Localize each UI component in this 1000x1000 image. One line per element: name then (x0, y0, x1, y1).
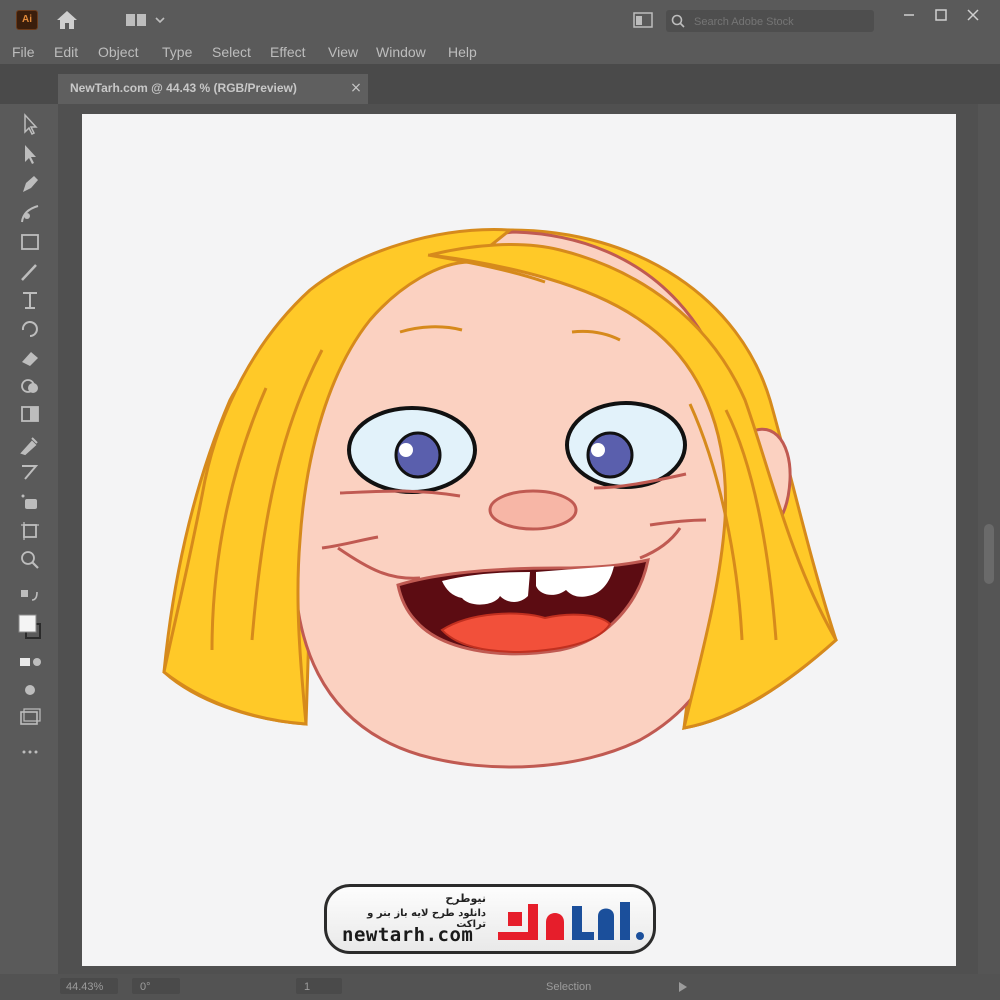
artboard-tool-icon[interactable] (17, 518, 43, 542)
more-tools-icon[interactable] (17, 740, 43, 764)
draw-mode-icon[interactable] (17, 678, 43, 702)
blend-tool-icon[interactable] (17, 460, 43, 484)
pen-tool-icon[interactable] (17, 172, 43, 196)
eraser-tool-icon[interactable] (17, 346, 43, 370)
document-tab-title: NewTarh.com @ 44.43 % (RGB/Preview) (70, 81, 297, 95)
fill-stroke-swatch-icon[interactable] (17, 612, 43, 644)
artboard-nav-field[interactable] (296, 978, 342, 994)
menu-object[interactable]: Object (98, 44, 138, 60)
zoom-tool-icon[interactable] (17, 548, 43, 572)
menu-window[interactable]: Window (376, 44, 426, 60)
newtarh-watermark: نیوطرح دانلود طرح لایه باز بنر و تراکت n… (324, 884, 656, 954)
play-icon[interactable] (676, 980, 690, 994)
paintbrush-tool-icon[interactable] (17, 260, 43, 284)
rectangle-tool-icon[interactable] (17, 230, 43, 254)
color-mode-icon[interactable] (17, 650, 43, 674)
menu-help[interactable]: Help (448, 44, 477, 60)
arrange-documents-icon[interactable] (632, 10, 654, 30)
menu-select[interactable]: Select (212, 44, 251, 60)
maximize-icon[interactable] (930, 6, 952, 24)
selection-tool-icon[interactable] (17, 112, 43, 136)
status-bar: 44.43% 0° 1 Selection (0, 974, 1000, 1000)
symbol-sprayer-tool-icon[interactable] (17, 490, 43, 514)
girl-face-illustration[interactable] (82, 114, 956, 966)
document-tab[interactable]: NewTarh.com @ 44.43 % (RGB/Preview) × (58, 74, 368, 104)
close-window-icon[interactable] (962, 6, 984, 24)
menu-type[interactable]: Type (162, 44, 192, 60)
gradient-tool-icon[interactable] (17, 402, 43, 426)
illustrator-logo-icon: Ai (16, 10, 38, 30)
rotation-value: 0° (140, 981, 151, 993)
menu-view[interactable]: View (328, 44, 358, 60)
zoom-level: 44.43% (66, 981, 104, 993)
scrollbar-thumb[interactable] (984, 524, 994, 584)
type-tool-icon[interactable] (17, 288, 43, 312)
nose (488, 489, 578, 531)
newtarh-logo (498, 902, 644, 940)
search-box[interactable] (666, 10, 874, 32)
curvature-tool-icon[interactable] (17, 202, 43, 226)
close-tab-icon[interactable]: × (348, 80, 364, 96)
tools-panel (0, 104, 58, 974)
rotate-tool-icon[interactable] (17, 316, 43, 340)
home-icon[interactable] (54, 8, 80, 32)
app-bar: Ai (0, 0, 1000, 40)
search-icon (671, 14, 685, 28)
menu-effect[interactable]: Effect (270, 44, 306, 60)
vertical-scrollbar[interactable] (978, 104, 1000, 974)
swap-colors-icon[interactable] (17, 584, 43, 608)
screen-mode-icon[interactable] (17, 704, 43, 728)
watermark-name: نیوطرح (445, 892, 486, 905)
tool-mode-label: Selection (546, 981, 592, 993)
artboard-number: 1 (304, 981, 311, 993)
watermark-url: newtarh.com (342, 924, 474, 946)
menu-bar: File Edit Object Type Select Effect View… (0, 40, 1000, 64)
menu-edit[interactable]: Edit (54, 44, 78, 60)
document-tab-strip: NewTarh.com @ 44.43 % (RGB/Preview) × (0, 64, 1000, 104)
eyedropper-tool-icon[interactable] (17, 432, 43, 456)
workspace-icon[interactable] (124, 12, 168, 28)
minimize-icon[interactable] (898, 6, 920, 24)
shape-builder-tool-icon[interactable] (17, 374, 43, 398)
direct-selection-tool-icon[interactable] (17, 142, 43, 166)
search-input[interactable] (692, 12, 872, 32)
menu-file[interactable]: File (12, 44, 35, 60)
